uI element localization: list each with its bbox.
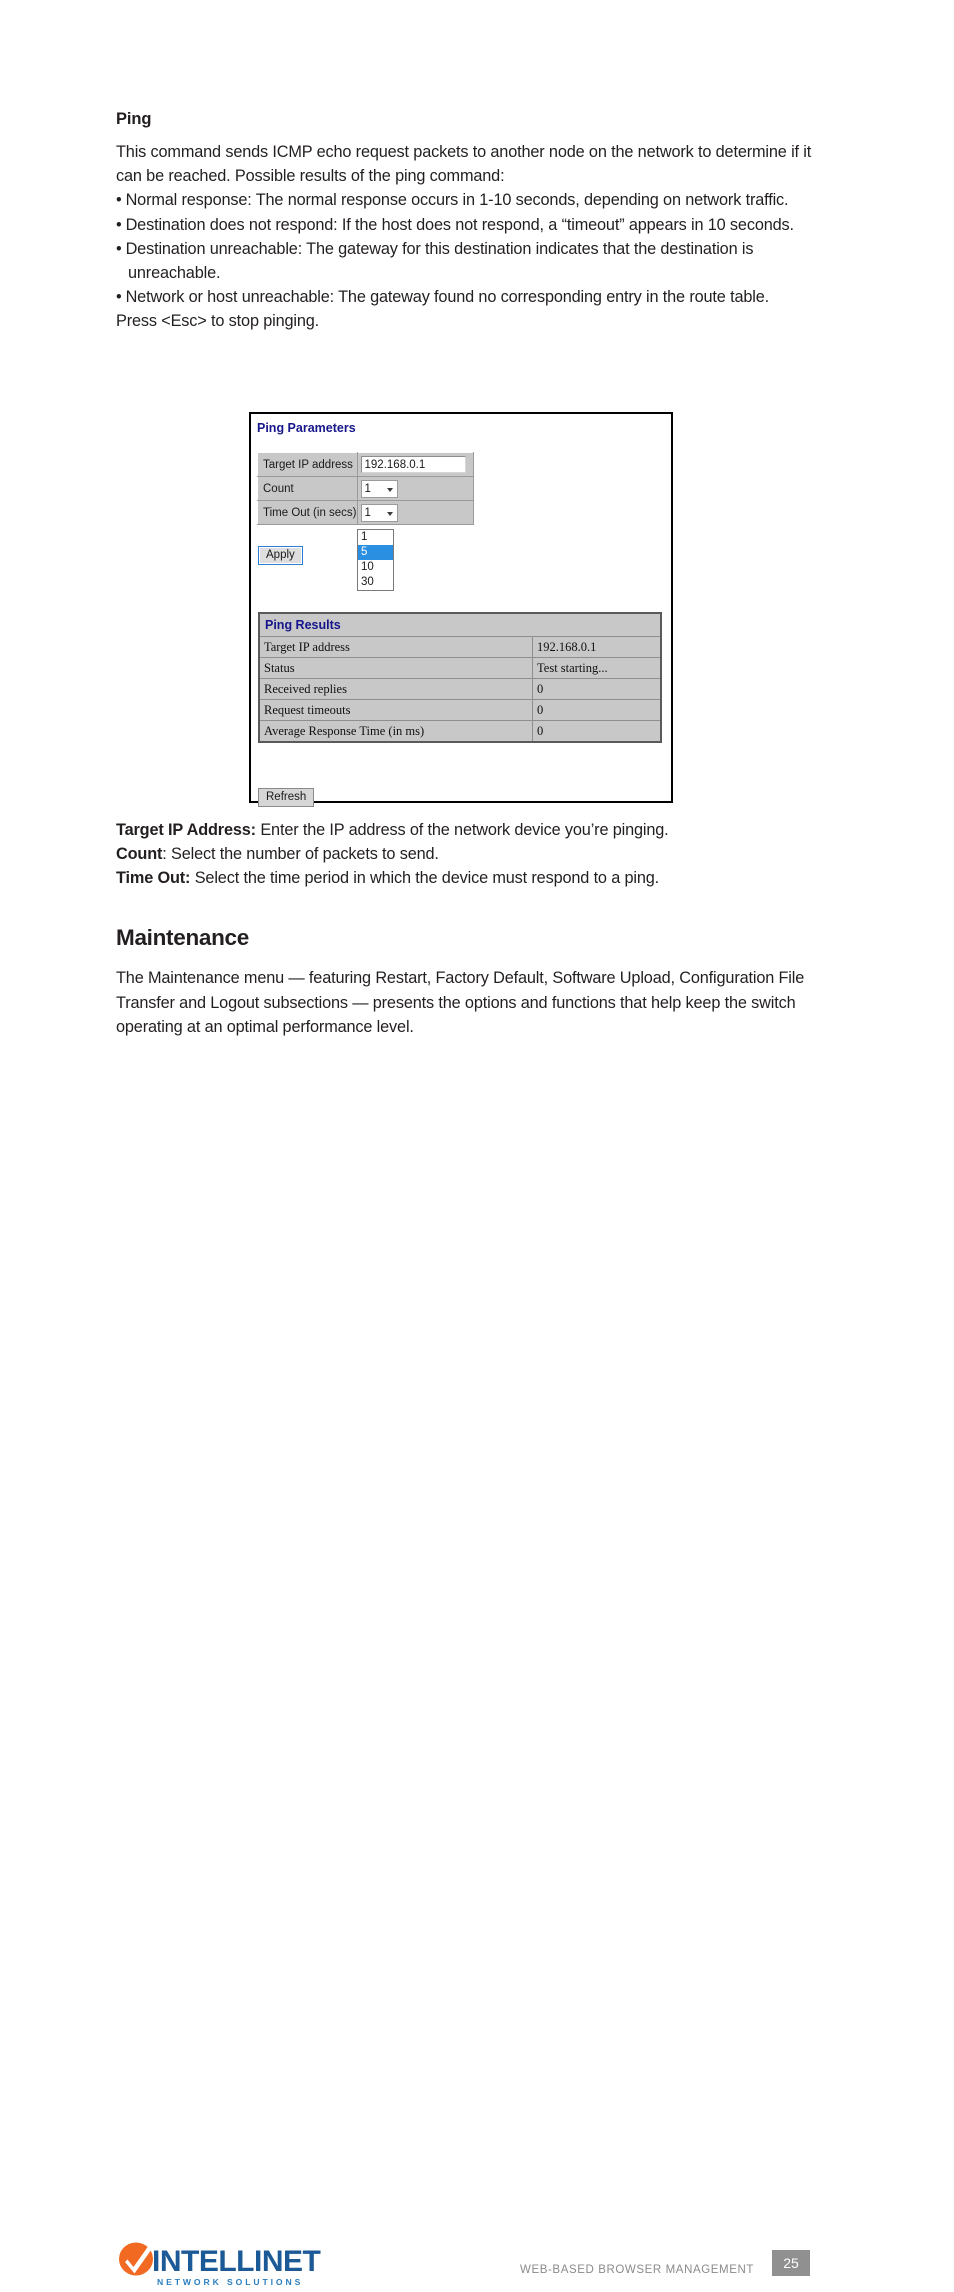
chevron-down-icon bbox=[386, 487, 393, 492]
list-item: • Normal response: The normal response oc… bbox=[116, 188, 816, 212]
definition-term: Count bbox=[116, 845, 163, 864]
table-row: Count 1 bbox=[257, 476, 474, 501]
result-key: Target IP address bbox=[258, 636, 534, 658]
list-item-text: Network or host unreachable: The gateway… bbox=[125, 288, 770, 307]
ping-results-table: Ping Results Target IP address 192.168.0… bbox=[258, 612, 662, 743]
section-heading-ping: Ping bbox=[116, 110, 152, 128]
count-label: Count bbox=[257, 476, 358, 501]
table-row: Request timeouts 0 bbox=[258, 699, 662, 721]
result-key: Received replies bbox=[258, 678, 534, 700]
list-item: • Network or host unreachable: The gatewa… bbox=[116, 285, 816, 309]
result-value: 0 bbox=[532, 678, 662, 700]
result-value: 192.168.0.1 bbox=[532, 636, 662, 658]
definition-term: Time Out: bbox=[116, 869, 191, 888]
apply-button[interactable]: Apply bbox=[258, 546, 303, 565]
count-cell: 1 bbox=[356, 476, 474, 501]
table-row: Received replies 0 bbox=[258, 678, 662, 700]
refresh-button[interactable]: Refresh bbox=[258, 788, 315, 807]
ping-parameters-table: Target IP address Count 1 Time Out (in s… bbox=[257, 452, 474, 525]
page-footer: INTELLINET NETWORK SOLUTIONS WEB-BASED B… bbox=[0, 1118, 954, 2287]
result-value: 0 bbox=[532, 699, 662, 721]
ping-screenshot-frame: Ping Parameters Target IP address Count … bbox=[249, 412, 673, 807]
definition-description: : Select the number of packets to send. bbox=[162, 845, 439, 864]
count-select[interactable]: 1 bbox=[360, 479, 398, 498]
bullet-marker: • bbox=[116, 288, 122, 307]
section-heading-maintenance: Maintenance bbox=[116, 925, 249, 951]
list-item-text: Destination does not respond: If the hos… bbox=[125, 215, 794, 234]
count-select-value: 1 bbox=[364, 482, 371, 495]
table-row: Target IP address 192.168.0.1 bbox=[258, 636, 662, 658]
chevron-down-icon bbox=[386, 511, 393, 516]
definition-time-out: Time Out: Select the time period in whic… bbox=[116, 866, 836, 890]
result-key: Request timeouts bbox=[258, 699, 534, 721]
page-number-badge: 25 bbox=[772, 2250, 810, 2276]
table-row: Status Test starting... bbox=[258, 657, 662, 679]
intellinet-logo: INTELLINET NETWORK SOLUTIONS bbox=[119, 2242, 321, 2287]
intro-paragraph: This command sends ICMP echo request pac… bbox=[116, 143, 812, 186]
target-ip-cell bbox=[356, 452, 474, 477]
running-head: WEB-BASED BROWSER MANAGEMENT bbox=[520, 2264, 755, 2276]
ping-section: Ping This command sends ICMP echo reques… bbox=[116, 110, 816, 334]
definition-term: Target IP Address: bbox=[116, 821, 256, 839]
parameter-definitions: Target IP Address: Enter the IP address … bbox=[116, 818, 836, 891]
timeout-select-value: 1 bbox=[364, 506, 371, 519]
press-esc-line: Press <Esc> to stop pinging. bbox=[116, 312, 320, 331]
definition-count: Count: Select the number of packets to s… bbox=[116, 842, 836, 866]
target-ip-input[interactable] bbox=[360, 456, 466, 473]
list-item-text: Normal response: The normal response occ… bbox=[125, 191, 789, 210]
dropdown-option-selected[interactable]: 5 bbox=[358, 545, 393, 560]
bullet-marker: • bbox=[116, 239, 122, 258]
list-item: • Destination unreachable: The gateway fo… bbox=[116, 237, 816, 285]
target-ip-label: Target IP address bbox=[257, 452, 358, 477]
timeout-dropdown-list[interactable]: 1 5 10 30 bbox=[357, 529, 394, 591]
list-item-text: Destination unreachable: The gateway for… bbox=[125, 239, 754, 283]
timeout-label: Time Out (in secs) bbox=[257, 500, 358, 525]
result-key: Average Response Time (in ms) bbox=[258, 720, 534, 743]
definition-description: Enter the IP address of the network devi… bbox=[255, 821, 669, 839]
definition-description: Select the time period in which the devi… bbox=[190, 869, 660, 888]
result-key: Status bbox=[258, 657, 534, 679]
ping-results-title: Ping Results bbox=[258, 612, 662, 637]
bullet-marker: • bbox=[116, 191, 122, 210]
result-value: Test starting... bbox=[532, 657, 662, 679]
table-header-row: Ping Results bbox=[258, 612, 662, 637]
list-item: • Destination does not respond: If the ho… bbox=[116, 213, 816, 237]
table-row: Time Out (in secs) 1 bbox=[257, 500, 474, 525]
table-row: Target IP address bbox=[257, 452, 474, 477]
definition-target-ip: Target IP Address: Enter the IP address … bbox=[116, 818, 836, 842]
dropdown-option[interactable]: 1 bbox=[358, 530, 393, 545]
timeout-select[interactable]: 1 bbox=[360, 503, 398, 522]
ping-parameters-title: Ping Parameters bbox=[257, 421, 356, 435]
ping-results-bullet-list: • Normal response: The normal response oc… bbox=[116, 188, 816, 309]
document-page: Ping This command sends ICMP echo reques… bbox=[0, 0, 954, 2287]
maintenance-paragraph: The Maintenance menu — featuring Restart… bbox=[116, 969, 805, 1036]
result-value: 0 bbox=[532, 720, 662, 743]
dropdown-option[interactable]: 30 bbox=[358, 575, 393, 590]
logo-tagline: NETWORK SOLUTIONS bbox=[157, 2277, 303, 2287]
table-row: Average Response Time (in ms) 0 bbox=[258, 720, 662, 743]
logo-wordmark: INTELLINET bbox=[152, 2245, 320, 2278]
dropdown-option[interactable]: 10 bbox=[358, 560, 393, 575]
timeout-cell: 1 bbox=[356, 500, 474, 525]
bullet-marker: • bbox=[116, 215, 122, 234]
